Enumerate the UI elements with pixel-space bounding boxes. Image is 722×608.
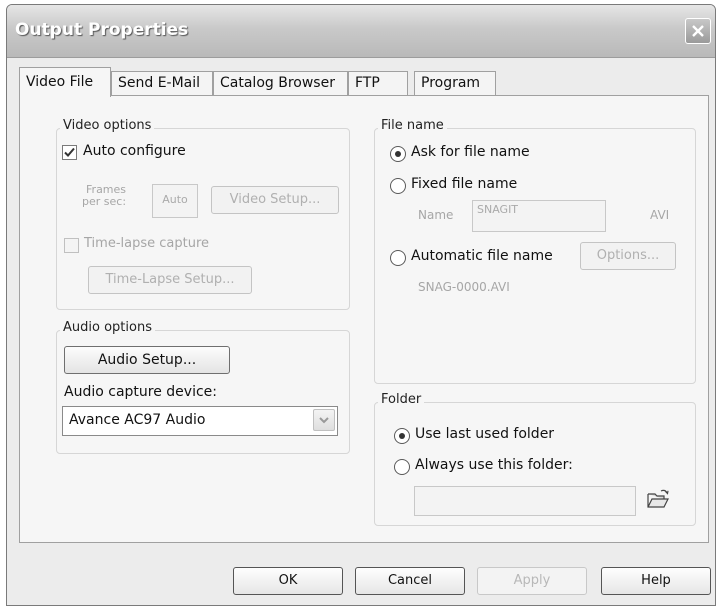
fixed-file-name-label: Fixed file name <box>411 176 518 192</box>
tab-program[interactable]: Program <box>414 71 496 95</box>
tab-video-file[interactable]: Video File <box>19 67 111 97</box>
title-bar: Output Properties <box>7 5 715 58</box>
apply-button[interactable]: Apply <box>477 567 587 595</box>
video-options-label: Video options <box>60 118 155 133</box>
close-button[interactable] <box>685 18 711 44</box>
always-use-this-folder-radio[interactable] <box>394 459 410 475</box>
automatic-file-name-example: SNAG-0000.AVI <box>418 280 510 294</box>
always-use-this-folder-label: Always use this folder: <box>415 457 573 473</box>
open-folder-icon <box>647 489 669 508</box>
options-button[interactable]: Options... <box>580 242 676 270</box>
audio-setup-button[interactable]: Audio Setup... <box>64 346 230 374</box>
dialog-title: Output Properties <box>15 20 189 40</box>
auto-configure-checkbox[interactable] <box>62 145 77 160</box>
auto-configure-label: Auto configure <box>83 143 186 159</box>
frames-per-sec-label: Frames per sec: <box>82 184 126 208</box>
video-file-panel: Video options Auto configure Frames per … <box>19 95 709 543</box>
checkmark-icon <box>64 147 75 157</box>
browse-folder-button[interactable] <box>646 488 672 512</box>
time-lapse-setup-button[interactable]: Time-Lapse Setup... <box>88 266 252 294</box>
help-button[interactable]: Help <box>601 567 711 595</box>
dropdown-button[interactable] <box>313 409 335 431</box>
time-lapse-capture-label: Time-lapse capture <box>84 236 209 251</box>
use-last-used-folder-radio[interactable] <box>394 428 410 444</box>
tab-send-email[interactable]: Send E-Mail <box>111 71 213 95</box>
chevron-down-icon <box>319 417 329 424</box>
close-icon <box>692 25 704 37</box>
automatic-file-name-label: Automatic file name <box>411 248 553 264</box>
name-extension: AVI <box>650 208 670 222</box>
time-lapse-capture-checkbox[interactable] <box>64 238 79 253</box>
file-name-label: File name <box>378 118 447 133</box>
name-field[interactable]: SNAGIT <box>472 200 606 232</box>
use-last-used-folder-label: Use last used folder <box>415 426 555 442</box>
video-setup-button[interactable]: Video Setup... <box>211 186 339 214</box>
fixed-file-name-radio[interactable] <box>390 178 406 194</box>
automatic-file-name-radio[interactable] <box>390 250 406 266</box>
folder-path-field[interactable] <box>414 486 636 516</box>
tab-catalog-browser[interactable]: Catalog Browser <box>213 71 348 95</box>
frames-label-line2: per sec: <box>82 195 127 208</box>
folder-label: Folder <box>378 392 425 407</box>
output-properties-dialog: Output Properties Video File Send E-Mail… <box>6 4 716 606</box>
ask-for-file-name-radio[interactable] <box>390 146 406 162</box>
audio-capture-device-value: Avance AC97 Audio <box>69 412 206 428</box>
audio-capture-device-select[interactable]: Avance AC97 Audio <box>62 406 338 436</box>
audio-capture-device-label: Audio capture device: <box>64 384 217 400</box>
audio-options-label: Audio options <box>60 320 155 335</box>
frames-per-sec-field[interactable]: Auto <box>152 184 198 218</box>
tab-ftp[interactable]: FTP <box>348 71 408 95</box>
ask-for-file-name-label: Ask for file name <box>411 144 530 160</box>
name-label: Name <box>418 208 454 222</box>
cancel-button[interactable]: Cancel <box>355 567 465 595</box>
ok-button[interactable]: OK <box>233 567 343 595</box>
